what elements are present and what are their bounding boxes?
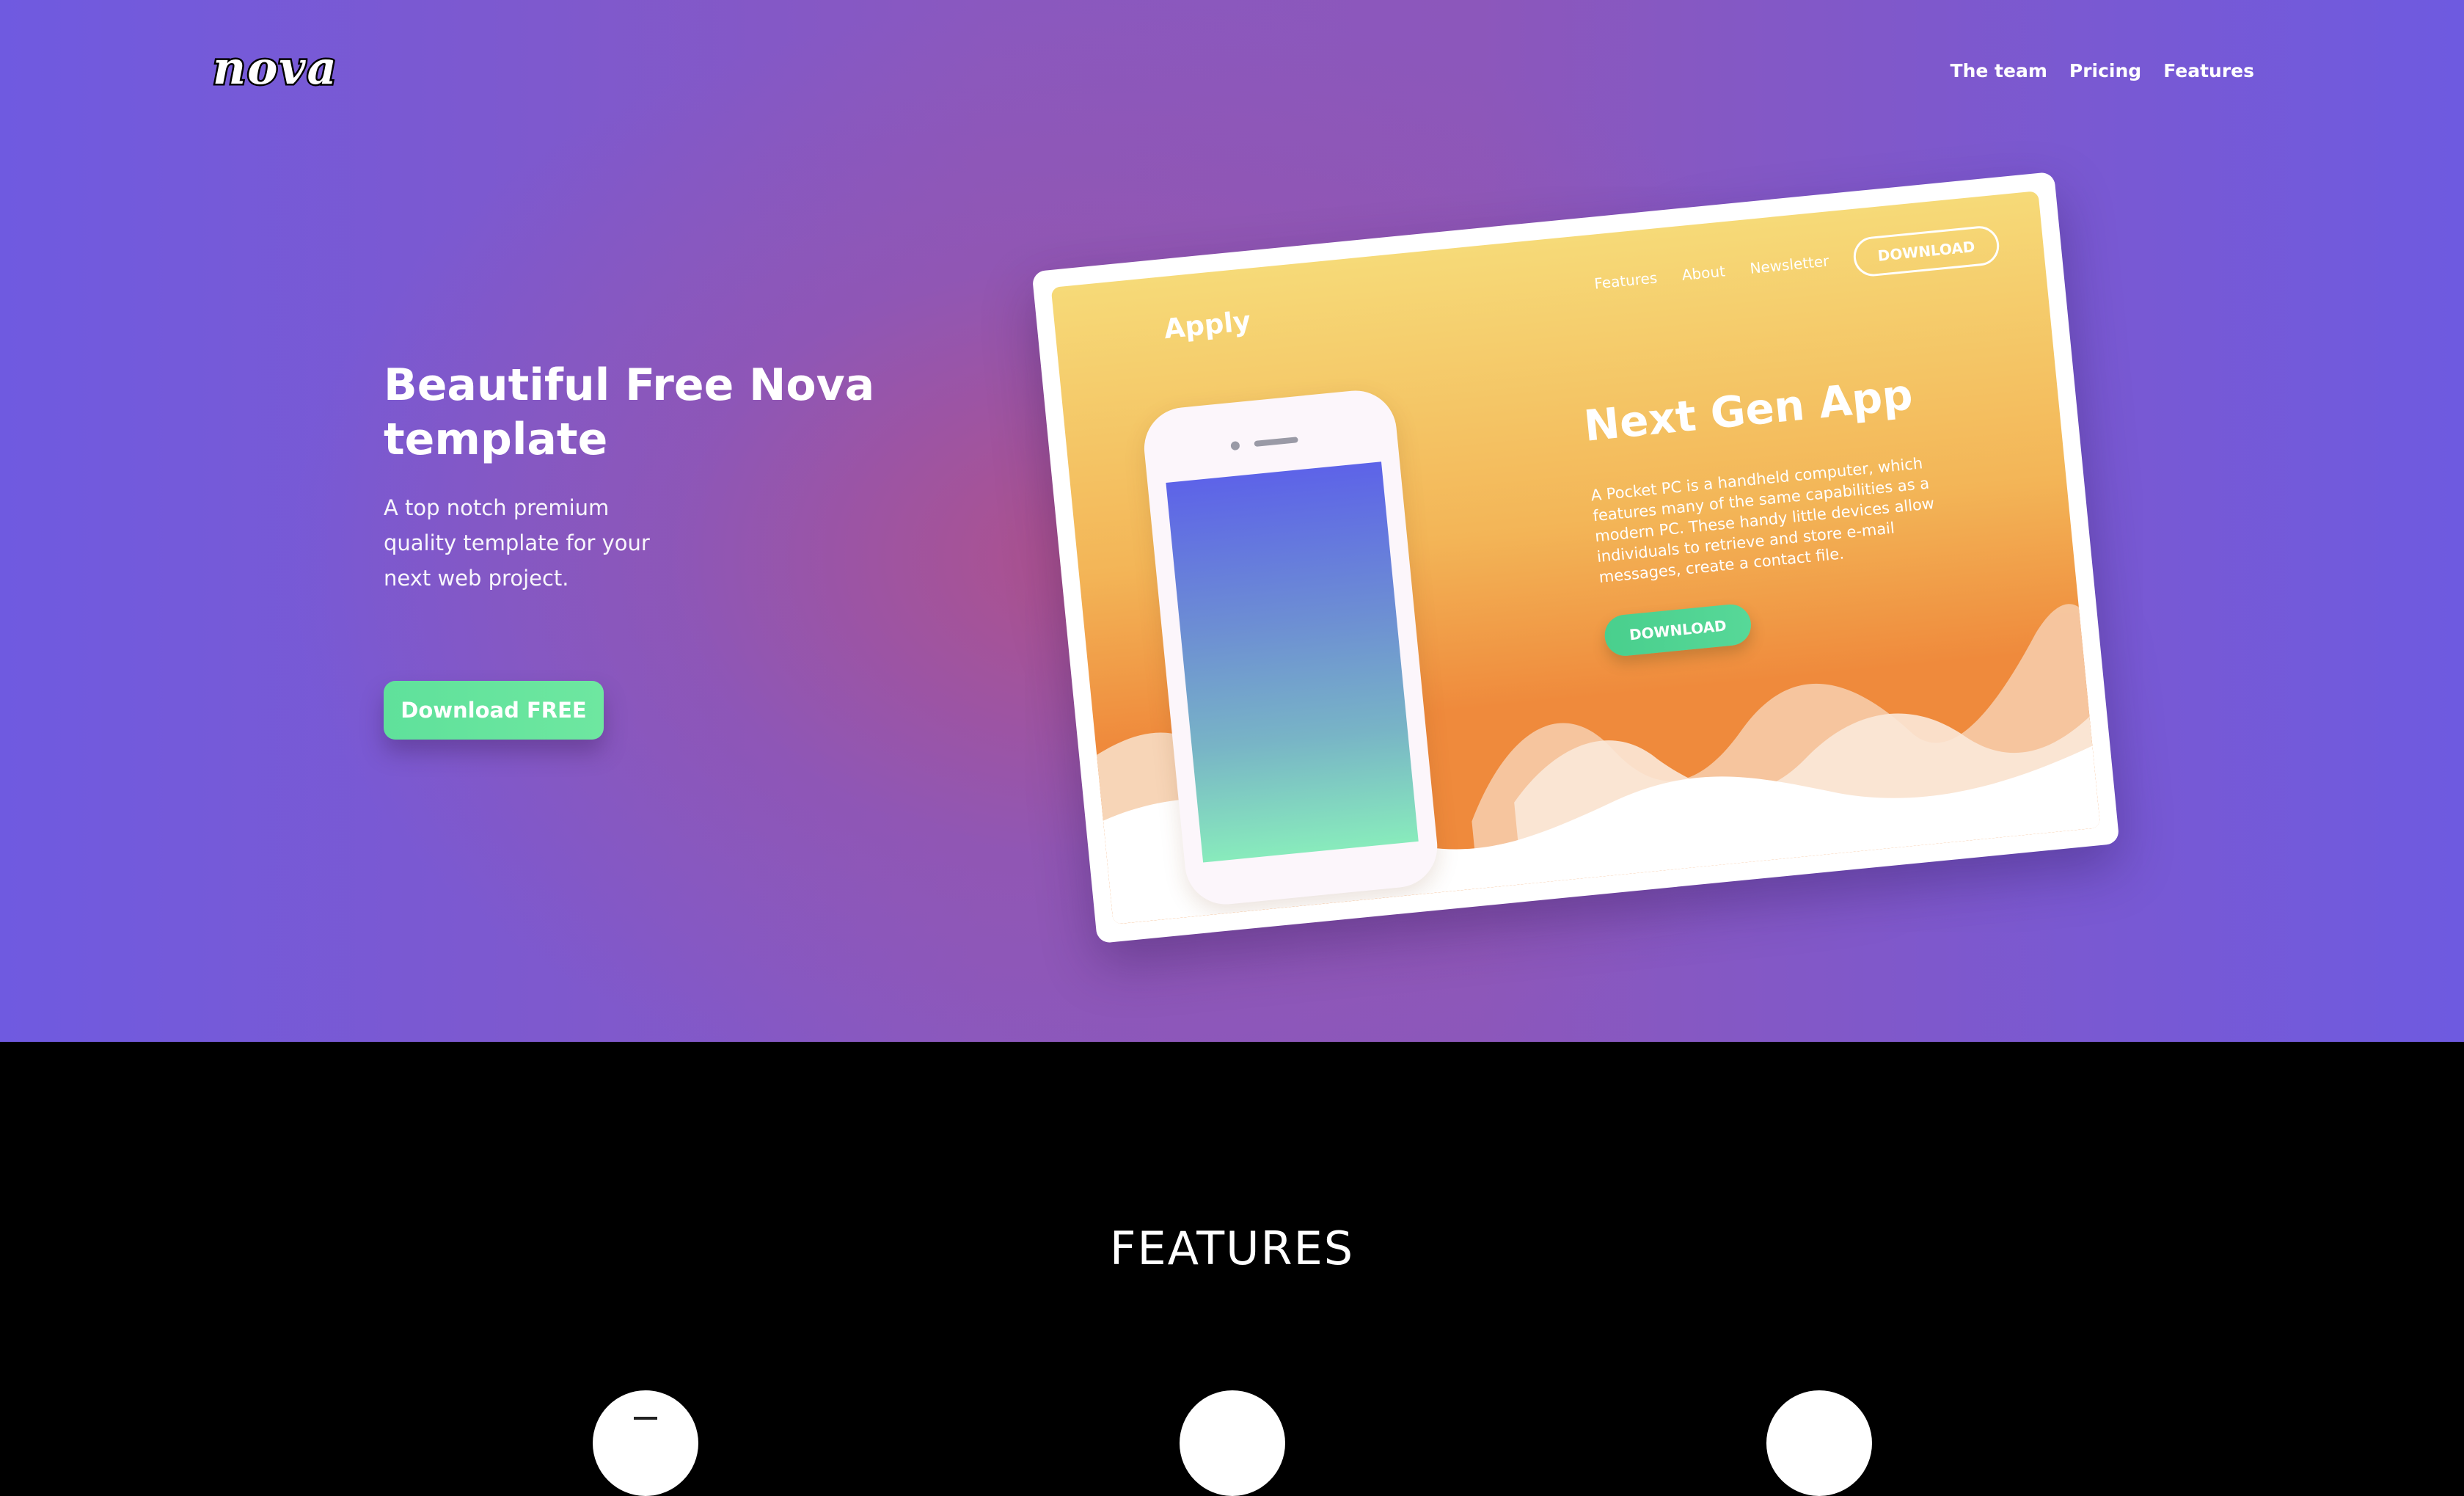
mockup-screen: Apply Features About Newsletter DOWNLOAD… — [1050, 191, 2101, 924]
top-nav: The team Pricing Features — [1951, 60, 2254, 81]
phone-speaker-icon — [1254, 437, 1298, 448]
mockup-frame: Apply Features About Newsletter DOWNLOAD… — [1031, 171, 2120, 944]
phone-screen — [1166, 461, 1419, 863]
feature-icon-2 — [1180, 1390, 1285, 1496]
phone-camera-icon — [1230, 441, 1240, 451]
hero-title: Beautiful Free Nova template — [384, 360, 875, 465]
hero-text-block: Beautiful Free Nova template A top notch… — [384, 358, 912, 596]
hero-section: nova The team Pricing Features Beautiful… — [0, 0, 2464, 1042]
mockup-nav-features: Features — [1593, 269, 1659, 293]
nav-link-pricing[interactable]: Pricing — [2069, 60, 2141, 81]
nova-logo[interactable]: nova — [211, 43, 339, 92]
hero-subtitle: A top notch premium quality template for… — [384, 495, 650, 591]
nav-link-features[interactable]: Features — [2163, 60, 2254, 81]
feature-icon-1 — [593, 1390, 698, 1496]
mockup-nav-about: About — [1681, 262, 1726, 284]
phone-illustration — [1140, 387, 1441, 908]
mockup-nav-newsletter: Newsletter — [1749, 252, 1830, 277]
features-title: FEATURES — [1109, 1222, 1355, 1275]
feature-1-glyph-icon — [634, 1417, 657, 1420]
nav-link-the-team[interactable]: The team — [1951, 60, 2047, 81]
download-free-button[interactable]: Download FREE — [384, 681, 604, 740]
feature-icon-3 — [1766, 1390, 1872, 1496]
template-mockup: Apply Features About Newsletter DOWNLOAD… — [1031, 171, 2120, 944]
